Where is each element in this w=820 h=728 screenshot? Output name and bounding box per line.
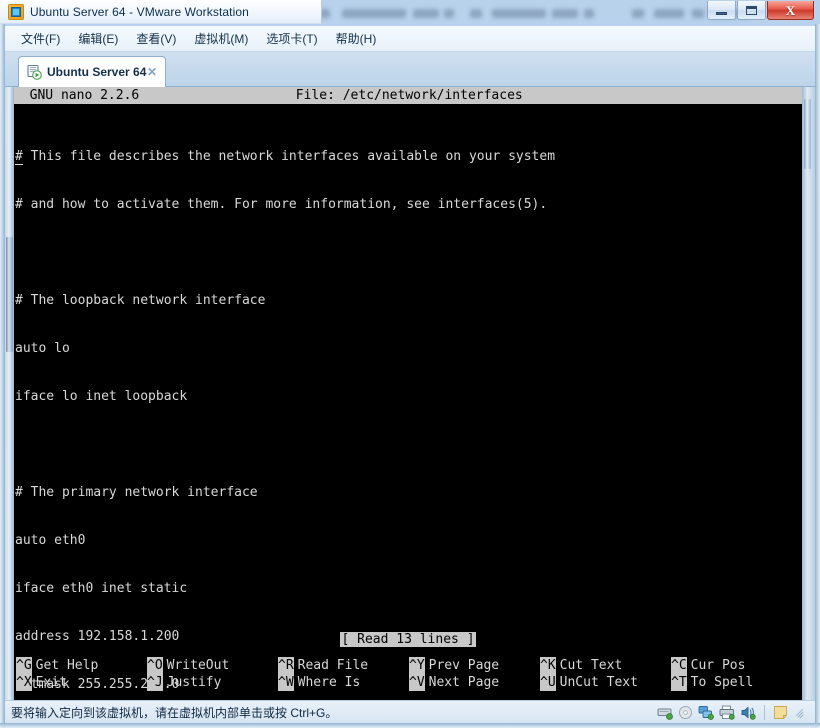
menu-tabs[interactable]: 选项卡(T) — [258, 27, 325, 50]
statusbar-message: 要将输入定向到该虚拟机，请在虚拟机内部单击或按 Ctrl+G。 — [11, 705, 338, 720]
window-border-bottom — [0, 723, 820, 728]
tab-label: Ubuntu Server 64 — [47, 65, 147, 79]
text-cursor: # — [15, 149, 23, 165]
shortcut-label: Read File — [297, 658, 369, 673]
usb-note-icon[interactable] — [773, 705, 788, 720]
shortcut-key: ^V — [409, 674, 425, 691]
nano-status-message: [ Read 13 lines ] — [14, 632, 802, 648]
menu-view[interactable]: 查看(V) — [128, 27, 184, 50]
menu-edit[interactable]: 编辑(E) — [70, 27, 126, 50]
editor-line: auto eth0 — [15, 533, 86, 548]
vm-console[interactable]: GNU nano 2.2.6 File: /etc/network/interf… — [5, 87, 815, 700]
shortcut-key: ^J — [147, 674, 163, 691]
statusbar-separator — [764, 704, 765, 720]
printer-icon[interactable] — [719, 705, 735, 720]
shortcut-label: Exit — [35, 675, 67, 690]
shortcut-cut-text[interactable]: ^K Cut Text — [540, 657, 671, 674]
nano-titlebar: GNU nano 2.2.6 File: /etc/network/interf… — [14, 87, 802, 104]
editor-line: iface lo inet loopback — [15, 389, 188, 404]
editor-line: auto lo — [15, 341, 70, 356]
scrollbar-thumb[interactable] — [6, 237, 13, 352]
shortcut-to-spell[interactable]: ^T To Spell — [671, 674, 802, 691]
sound-card-icon[interactable] — [740, 705, 756, 720]
menu-help[interactable]: 帮助(H) — [328, 27, 385, 50]
close-icon: X — [785, 2, 796, 18]
console-right-scrollbar[interactable] — [802, 87, 815, 700]
shortcut-row-2: ^X Exit ^J Justify ^W Where Is ^V Next Page … — [16, 674, 800, 691]
shortcut-key: ^X — [16, 674, 32, 691]
resize-grip[interactable] — [795, 706, 807, 719]
window-border-right — [815, 24, 820, 728]
shortcut-label: Next Page — [428, 675, 500, 690]
menu-file[interactable]: 文件(F) — [13, 27, 68, 50]
network-adapter-icon[interactable] — [698, 705, 714, 720]
scrollbar-thumb-right[interactable] — [804, 99, 811, 169]
shortcut-label: Cut Text — [559, 658, 623, 673]
shortcut-justify[interactable]: ^J Justify — [147, 674, 278, 691]
shortcut-row-1: ^G Get Help ^O WriteOut ^R Read File ^Y Prev… — [16, 657, 800, 674]
shortcut-cur-pos[interactable]: ^C Cur Pos — [671, 657, 802, 674]
line-0-rest: This file describes the network interfac… — [22, 149, 556, 164]
maximize-button[interactable] — [737, 1, 766, 20]
shortcut-key: ^C — [671, 657, 687, 674]
vmware-icon — [8, 3, 24, 20]
shortcut-key: ^U — [540, 674, 556, 691]
menu-vm[interactable]: 虚拟机(M) — [186, 27, 256, 50]
shortcut-label: Prev Page — [428, 658, 500, 673]
shortcut-where-is[interactable]: ^W Where Is — [278, 674, 409, 691]
shortcut-label: Cur Pos — [690, 658, 746, 673]
editor-line: # The primary network interface — [15, 485, 258, 500]
editor-line: # The loopback network interface — [15, 293, 266, 308]
shortcut-label: Get Help — [35, 658, 99, 673]
shortcut-key: ^O — [147, 657, 163, 674]
vm-running-icon — [26, 64, 42, 80]
status-message-text: [ Read 13 lines ] — [340, 632, 476, 647]
editor-line: # and how to activate them. For more inf… — [15, 197, 548, 212]
menubar: 文件(F) 编辑(E) 查看(V) 虚拟机(M) 选项卡(T) 帮助(H) — [5, 26, 815, 77]
shortcut-key: ^W — [278, 674, 294, 691]
window-controls: X — [706, 1, 814, 21]
shortcut-label: Justify — [166, 675, 222, 690]
shortcut-key: ^G — [16, 657, 32, 674]
terminal-screen[interactable]: GNU nano 2.2.6 File: /etc/network/interf… — [14, 87, 802, 700]
close-button[interactable]: X — [767, 1, 814, 20]
shortcut-uncut-text[interactable]: ^U UnCut Text — [540, 674, 671, 691]
titlebar: Ubuntu Server 64 - VMware Workstation X — [0, 0, 820, 26]
statusbar: 要将输入定向到该虚拟机，请在虚拟机内部单击或按 Ctrl+G。 — [5, 700, 815, 723]
vmware-workstation-window: Ubuntu Server 64 - VMware Workstation X … — [0, 0, 820, 728]
tab-ubuntu-server-64[interactable]: Ubuntu Server 64 ✕ — [18, 56, 166, 87]
nano-editor-body[interactable]: ## This file describes the network inter… — [14, 104, 802, 700]
window-title: Ubuntu Server 64 - VMware Workstation — [30, 4, 249, 19]
minimize-icon — [716, 11, 727, 15]
shortcut-label: To Spell — [690, 675, 754, 690]
hard-disk-icon[interactable] — [657, 705, 673, 720]
maximize-icon — [746, 5, 757, 15]
shortcut-label: WriteOut — [166, 658, 230, 673]
shortcut-label: UnCut Text — [559, 675, 638, 690]
shortcut-prev-page[interactable]: ^Y Prev Page — [409, 657, 540, 674]
shortcut-writeout[interactable]: ^O WriteOut — [147, 657, 278, 674]
tab-strip: Ubuntu Server 64 ✕ — [5, 52, 815, 87]
shortcut-get-help[interactable]: ^G Get Help — [16, 657, 147, 674]
titlebar-caption-area: Ubuntu Server 64 - VMware Workstation — [0, 0, 322, 24]
shortcut-label: Where Is — [297, 675, 361, 690]
tab-close-icon[interactable]: ✕ — [147, 65, 157, 79]
shortcut-key: ^Y — [409, 657, 425, 674]
shortcut-next-page[interactable]: ^V Next Page — [409, 674, 540, 691]
nano-shortcut-bar: ^G Get Help ^O WriteOut ^R Read File ^Y Prev… — [16, 657, 800, 691]
editor-line: ## This file describes the network inter… — [15, 149, 802, 165]
minimize-button[interactable] — [707, 1, 736, 20]
shortcut-read-file[interactable]: ^R Read File — [278, 657, 409, 674]
shortcut-key: ^T — [671, 674, 687, 691]
shortcut-key: ^K — [540, 657, 556, 674]
cd-dvd-icon[interactable] — [678, 705, 693, 720]
editor-line: iface eth0 inet static — [15, 581, 188, 596]
shortcut-exit[interactable]: ^X Exit — [16, 674, 147, 691]
console-left-scrollbar[interactable] — [5, 87, 14, 700]
shortcut-key: ^R — [278, 657, 294, 674]
statusbar-device-icons — [657, 704, 807, 720]
